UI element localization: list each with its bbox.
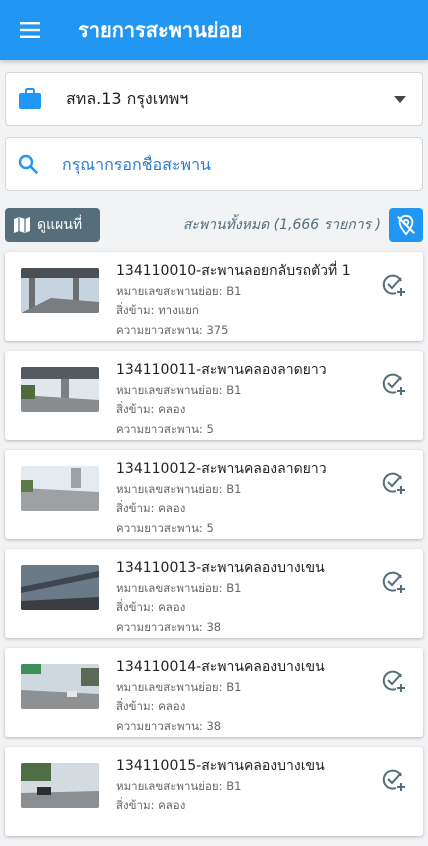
item-length: ความยาวสะพาน: 38 (116, 620, 222, 634)
check-add-icon (382, 571, 405, 593)
caret-down-icon (394, 95, 406, 103)
page-title: รายการสะพานย่อย (78, 18, 243, 42)
item-code: หมายเลขสะพานย่อย: B1 (116, 383, 242, 397)
item-code: หมายเลขสะพานย่อย: B1 (116, 779, 242, 793)
item-title: 134110015-สะพานคลองบางเขน (116, 758, 325, 774)
district-select[interactable]: สทล.13 กรุงเทพฯ (5, 72, 423, 126)
list-item[interactable]: 134110010-สะพานลอยกลับรถตัวที่ 1 หมายเลข… (5, 252, 423, 341)
search-icon (18, 154, 38, 174)
item-crossing: สิ่งข้าม: คลอง (116, 699, 186, 713)
select-check-add-button[interactable] (381, 569, 407, 595)
list-item[interactable]: 134110014-สะพานคลองบางเขน หมายเลขสะพานย่… (5, 648, 423, 737)
item-code: หมายเลขสะพานย่อย: B1 (116, 482, 242, 496)
check-add-icon (382, 373, 405, 395)
total-count: สะพานทั้งหมด (1,666 รายการ ) (182, 217, 381, 233)
item-crossing: สิ่งข้าม: คลอง (116, 402, 186, 416)
item-length: ความยาวสะพาน: 38 (116, 719, 222, 733)
item-length: ความยาวสะพาน: 5 (116, 422, 214, 436)
app-bar: รายการสะพานย่อย (0, 0, 428, 60)
location-off-button[interactable] (389, 208, 423, 242)
bridge-photo (21, 367, 99, 412)
item-code: หมายเลขสะพานย่อย: B1 (116, 680, 242, 694)
bridge-list: 134110010-สะพานลอยกลับรถตัวที่ 1 หมายเลข… (5, 252, 423, 846)
check-add-icon (382, 472, 405, 494)
item-crossing: สิ่งข้าม: คลอง (116, 501, 186, 515)
briefcase-icon (19, 88, 41, 109)
bridge-photo (21, 565, 99, 610)
item-title: 134110013-สะพานคลองบางเขน (116, 560, 325, 576)
bridge-photo (21, 466, 99, 511)
list-item[interactable]: 134110015-สะพานคลองบางเขน หมายเลขสะพานย่… (5, 747, 423, 836)
item-title: 134110014-สะพานคลองบางเขน (116, 659, 325, 675)
select-check-add-button[interactable] (381, 470, 407, 496)
menu-button[interactable] (0, 0, 60, 60)
location-off-icon (397, 214, 415, 236)
select-check-add-button[interactable] (381, 272, 407, 298)
hamburger-icon (20, 22, 40, 38)
item-code: หมายเลขสะพานย่อย: B1 (116, 284, 242, 298)
select-check-add-button[interactable] (381, 767, 407, 793)
search-input[interactable] (62, 154, 382, 174)
list-item[interactable]: 134110013-สะพานคลองบางเขน หมายเลขสะพานย่… (5, 549, 423, 638)
bridge-photo (21, 763, 99, 808)
bridge-photo (21, 268, 99, 313)
item-length: ความยาวสะพาน: 5 (116, 521, 214, 535)
view-map-label: ดูแผนที่ (37, 217, 83, 233)
bridge-photo (21, 664, 99, 709)
search-box[interactable] (5, 137, 423, 191)
list-item[interactable]: 134110012-สะพานคลองลาดยาว หมายเลขสะพานย่… (5, 450, 423, 539)
select-check-add-button[interactable] (381, 668, 407, 694)
item-title: 134110010-สะพานลอยกลับรถตัวที่ 1 (116, 263, 351, 279)
map-icon (14, 217, 30, 233)
view-map-button[interactable]: ดูแผนที่ (5, 208, 100, 242)
check-add-icon (382, 769, 405, 791)
item-crossing: สิ่งข้าม: ทางแยก (116, 303, 199, 317)
item-title: 134110012-สะพานคลองลาดยาว (116, 461, 327, 477)
item-title: 134110011-สะพานคลองลาดยาว (116, 362, 327, 378)
select-check-add-button[interactable] (381, 371, 407, 397)
item-crossing: สิ่งข้าม: คลอง (116, 600, 186, 614)
list-toolbar: ดูแผนที่ สะพานทั้งหมด (1,666 รายการ ) (5, 208, 423, 242)
district-select-value: สทล.13 กรุงเทพฯ (66, 88, 189, 108)
list-item[interactable]: 134110011-สะพานคลองลาดยาว หมายเลขสะพานย่… (5, 351, 423, 440)
item-length: ความยาวสะพาน: 375 (116, 323, 229, 337)
check-add-icon (382, 670, 405, 692)
check-add-icon (382, 274, 405, 296)
item-code: หมายเลขสะพานย่อย: B1 (116, 581, 242, 595)
